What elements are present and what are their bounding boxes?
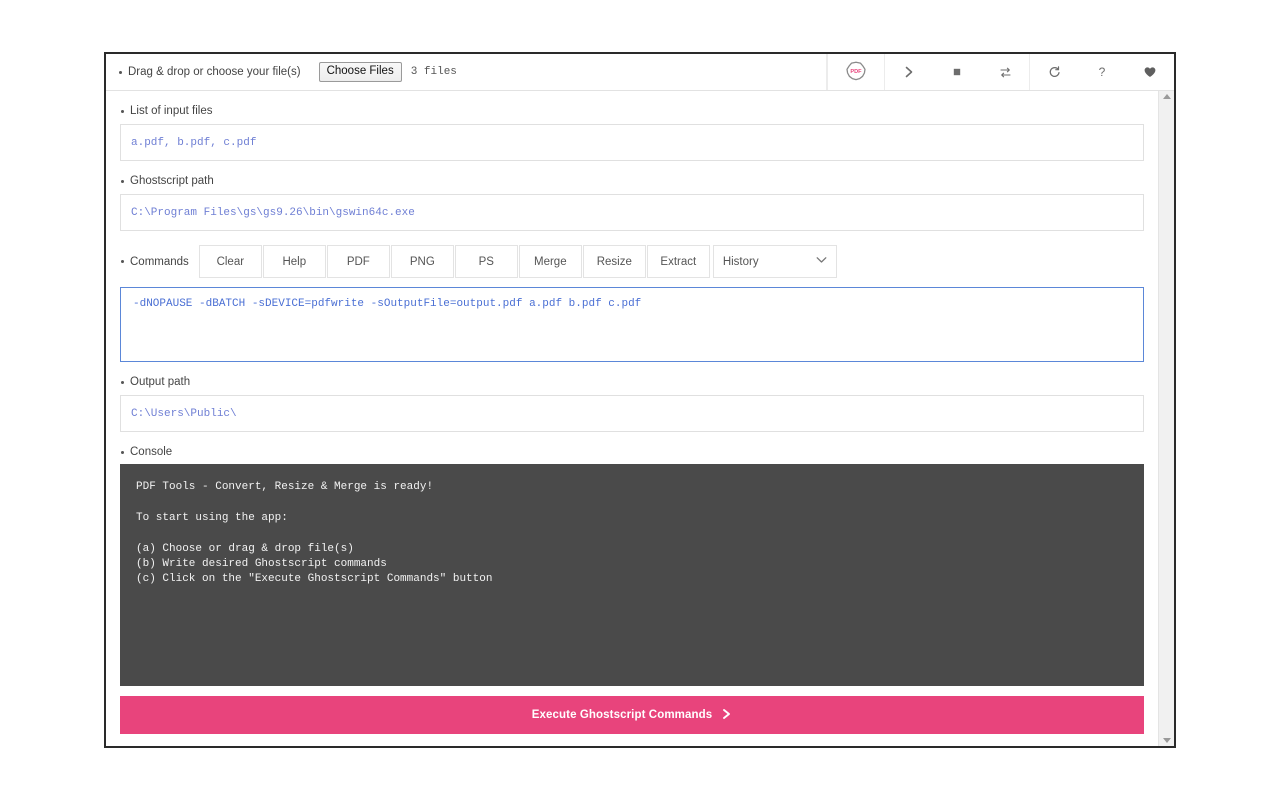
app-window: Drag & drop or choose your file(s) Choos… xyxy=(104,52,1176,748)
ghostscript-path-label: Ghostscript path xyxy=(120,161,1144,194)
chevron-down-icon xyxy=(816,256,827,267)
heart-icon[interactable] xyxy=(1126,54,1174,90)
history-dropdown[interactable]: History xyxy=(712,245,837,278)
execute-button-label: Execute Ghostscript Commands xyxy=(531,708,713,721)
history-dropdown-value: History xyxy=(722,255,759,268)
toolbar-group-misc: ? xyxy=(1029,54,1174,90)
command-button-png[interactable]: PNG xyxy=(390,245,454,278)
command-input-textarea[interactable]: -dNOPAUSE -dBATCH -sDEVICE=pdfwrite -sOu… xyxy=(120,287,1144,363)
console-line: (a) Choose or drag & drop file(s) xyxy=(136,543,354,556)
files-count-label: 3 files xyxy=(410,66,457,78)
choose-files-button[interactable]: Choose Files xyxy=(318,61,402,83)
help-question-glyph: ? xyxy=(1098,65,1106,79)
command-button-clear[interactable]: Clear xyxy=(198,245,262,278)
drag-drop-label: Drag & drop or choose your file(s) xyxy=(119,66,301,78)
scroll-down-arrow-icon[interactable] xyxy=(1162,738,1171,743)
console-spacer xyxy=(136,526,1144,542)
scroll-up-arrow-icon[interactable] xyxy=(1162,94,1171,99)
section-console: Console xyxy=(106,432,1158,464)
command-button-merge[interactable]: Merge xyxy=(518,245,582,278)
console-line: To start using the app: xyxy=(136,512,288,525)
console-line: (c) Click on the "Execute Ghostscript Co… xyxy=(136,573,493,586)
help-question-icon[interactable]: ? xyxy=(1078,54,1126,90)
input-files-field[interactable]: a.pdf, b.pdf, c.pdf xyxy=(120,124,1144,161)
toolbar-group-brand: PDF xyxy=(827,54,884,90)
ghostscript-path-field[interactable]: C:\Program Files\gs\gs9.26\bin\gswin64c.… xyxy=(120,194,1144,231)
execute-ghostscript-commands-button[interactable]: Execute Ghostscript Commands xyxy=(120,695,1144,734)
command-button-resize[interactable]: Resize xyxy=(582,245,646,278)
stop-square-icon[interactable] xyxy=(933,54,981,90)
section-ghostscript-path: Ghostscript path C:\Program Files\gs\gs9… xyxy=(106,161,1158,231)
output-path-label: Output path xyxy=(120,362,1144,395)
refresh-icon[interactable] xyxy=(1030,54,1078,90)
repeat-loop-icon[interactable] xyxy=(981,54,1029,90)
section-input-files: List of input files a.pdf, b.pdf, c.pdf xyxy=(106,91,1158,161)
svg-text:PDF: PDF xyxy=(850,69,862,75)
console-line: PDF Tools - Convert, Resize & Merge is r… xyxy=(136,481,434,494)
main-content: List of input files a.pdf, b.pdf, c.pdf … xyxy=(106,91,1158,746)
scroll-region: List of input files a.pdf, b.pdf, c.pdf … xyxy=(106,91,1174,746)
vertical-scrollbar[interactable] xyxy=(1158,91,1174,746)
console-label: Console xyxy=(120,432,1144,464)
pdf-brand-icon: PDF xyxy=(828,54,884,90)
section-output-path: Output path C:\Users\Public\ xyxy=(106,362,1158,433)
output-path-field[interactable]: C:\Users\Public\ xyxy=(120,395,1144,433)
input-files-label: List of input files xyxy=(120,91,1144,124)
command-button-help[interactable]: Help xyxy=(262,245,326,278)
command-button-pdf[interactable]: PDF xyxy=(326,245,390,278)
run-chevron-icon[interactable] xyxy=(885,54,933,90)
file-chooser-area: Drag & drop or choose your file(s) Choos… xyxy=(106,54,827,90)
console-line: (b) Write desired Ghostscript commands xyxy=(136,558,387,571)
command-button-extract[interactable]: Extract xyxy=(646,245,710,278)
console-spacer xyxy=(136,495,1144,511)
chevron-right-icon xyxy=(721,708,732,722)
commands-label: Commands xyxy=(121,256,189,268)
commands-toolbar: Commands Clear Help PDF PNG PS Merge Res… xyxy=(106,231,1158,278)
toolbar-group-run xyxy=(884,54,1029,90)
console-output[interactable]: PDF Tools - Convert, Resize & Merge is r… xyxy=(120,464,1144,686)
command-button-ps[interactable]: PS xyxy=(454,245,518,278)
toolbar: Drag & drop or choose your file(s) Choos… xyxy=(106,54,1174,91)
